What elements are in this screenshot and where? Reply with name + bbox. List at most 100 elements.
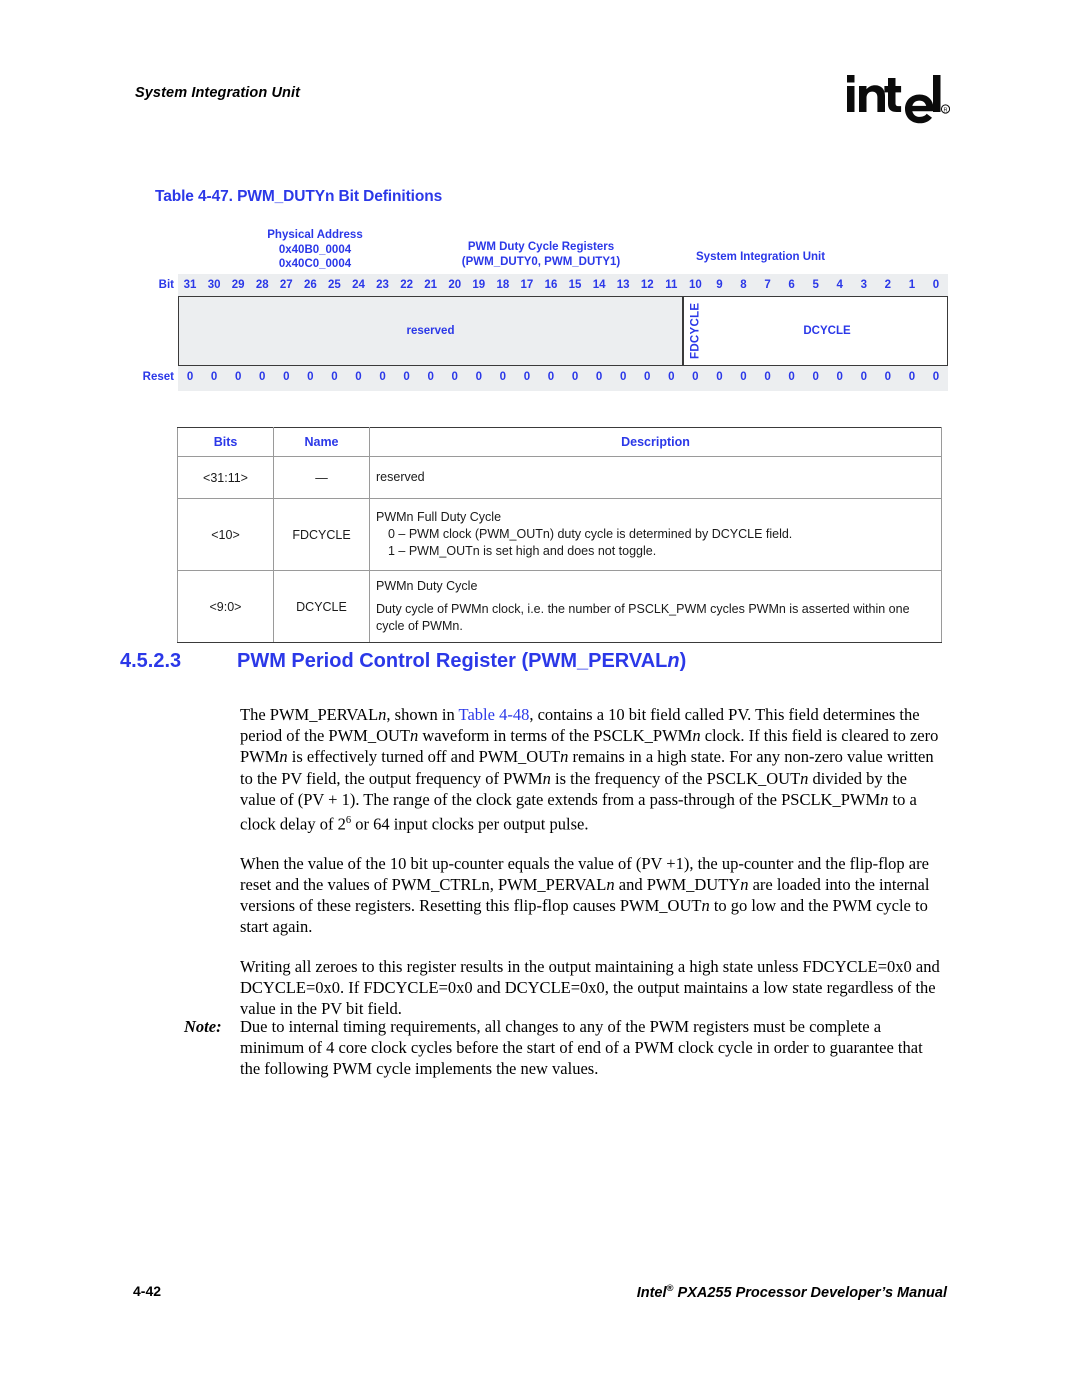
register-name-label: PWM Duty Cycle Registers bbox=[467, 241, 615, 253]
p1-italic-n-6: n bbox=[542, 768, 551, 788]
section-title-italic-n: n bbox=[667, 650, 680, 672]
bit-number-19: 19 bbox=[472, 279, 486, 291]
reset-value-bit-6: 0 bbox=[788, 371, 795, 383]
paragraph-2: When the value of the 10 bit up-counter … bbox=[240, 853, 942, 938]
reset-value-bit-14: 0 bbox=[595, 371, 603, 383]
section-number: 4.5.2.3 bbox=[120, 650, 182, 672]
register-diagram: Physical Address 0x40B0_0004 0x40C0_0004… bbox=[136, 228, 948, 391]
reset-value-bit-12: 0 bbox=[644, 371, 651, 383]
footer-brand: Intel bbox=[636, 1284, 667, 1301]
paragraph-3: Writing all zeroes to this register resu… bbox=[240, 956, 940, 1018]
bit-number-row: Bit 31 30 29 28 27 26 25 24 23 22 21 20 19 18 17 16 15 14… bbox=[159, 274, 948, 296]
cell-description: reserved bbox=[369, 456, 942, 499]
p1-seg-k: or 64 input clocks per output pulse. bbox=[351, 814, 589, 834]
bit-number-2: 2 bbox=[884, 279, 892, 291]
bit-number-24: 24 bbox=[352, 279, 365, 291]
bit-number-14: 14 bbox=[592, 279, 606, 291]
table-caption: Table 4-47. PWM_DUTYn Bit Definitions bbox=[155, 188, 443, 205]
reset-value-bit-25: 0 bbox=[331, 371, 338, 383]
reset-value-bit-29: 0 bbox=[234, 371, 242, 383]
cell-bits: <31:11> bbox=[177, 456, 274, 499]
reset-value-bit-20: 0 bbox=[451, 371, 458, 383]
register-field-fdcycle: FDCYCLE bbox=[683, 297, 707, 365]
bit-number-26: 26 bbox=[303, 279, 317, 291]
bit-number-3: 3 bbox=[860, 279, 867, 291]
bit-number-9: 9 bbox=[716, 279, 723, 291]
bit-number-28: 28 bbox=[255, 279, 269, 291]
footer-registered-mark: ® bbox=[666, 1283, 674, 1294]
bit-number-0: 0 bbox=[932, 279, 940, 291]
register-unit-label: System Integration Unit bbox=[696, 251, 826, 263]
reset-value-bit-1: 0 bbox=[908, 371, 916, 383]
description-title: PWMn Full Duty Cycle bbox=[376, 509, 502, 524]
reset-value-bit-3: 0 bbox=[860, 371, 867, 383]
reset-value-bit-0: 0 bbox=[932, 371, 940, 383]
bit-number-30: 30 bbox=[207, 279, 221, 291]
bit-number-31: 31 bbox=[183, 279, 197, 291]
p1-seg-a: The PWM_PERVAL bbox=[240, 705, 379, 724]
p1-italic-n-3: n bbox=[692, 726, 701, 746]
bit-row-label: Bit bbox=[158, 279, 174, 291]
p1-italic-n-4: n bbox=[279, 747, 288, 767]
bit-number-8: 8 bbox=[740, 279, 747, 291]
cell-name: — bbox=[273, 456, 370, 499]
cell-bits: <10> bbox=[177, 498, 274, 571]
bit-number-27: 27 bbox=[279, 279, 293, 291]
reset-value-bit-10: 0 bbox=[692, 371, 699, 383]
physical-address-label: Physical Address bbox=[267, 229, 363, 241]
bit-number-25: 25 bbox=[328, 279, 341, 291]
register-name-group: PWM Duty Cycle Registers (PWM_DUTY0, PWM… bbox=[436, 240, 646, 269]
bit-number-6: 6 bbox=[788, 279, 795, 291]
reset-value-bit-27: 0 bbox=[283, 371, 290, 383]
section-title-main: PWM Period Control Register (PWM_PERVAL bbox=[237, 650, 668, 672]
bit-number-29: 29 bbox=[231, 279, 245, 291]
reset-value-bit-23: 0 bbox=[379, 371, 386, 383]
footer-title-text: PXA255 Processor Developer’s Manual bbox=[673, 1284, 947, 1301]
reset-value-bit-31: 0 bbox=[186, 371, 194, 383]
reset-value-bit-28: 0 bbox=[259, 371, 266, 383]
register-name-detail: (PWM_DUTY0, PWM_DUTY1) bbox=[461, 255, 621, 268]
reset-value-bit-18: 0 bbox=[499, 371, 507, 383]
register-field-dcycle: DCYCLE bbox=[707, 297, 947, 365]
footer-page-number: 4-42 bbox=[133, 1283, 162, 1299]
reset-value-bit-5: 0 bbox=[812, 371, 819, 383]
reset-value-bit-17: 0 bbox=[523, 371, 531, 383]
strip-bottom-spacer bbox=[178, 388, 948, 391]
p2-seg-b: and PWM_DUTY bbox=[614, 874, 741, 894]
bit-number-4: 4 bbox=[836, 279, 843, 291]
table-row: <31:11> — reserved bbox=[177, 456, 942, 499]
description-line-2: 1 – PWM_OUTn is set high and does not to… bbox=[388, 543, 657, 558]
bit-number-1: 1 bbox=[908, 279, 916, 291]
cell-name: FDCYCLE bbox=[273, 498, 370, 571]
body-text-column: The PWM_PERVALn, shown in Table 4-48, co… bbox=[240, 704, 942, 1037]
reset-value-bit-19: 0 bbox=[475, 371, 482, 383]
table-row: <9:0> DCYCLE PWMn Duty Cycle Duty cycle of … bbox=[177, 570, 942, 643]
physical-address-1: 0x40B0_0004 bbox=[278, 243, 352, 256]
note-label: Note: bbox=[184, 1017, 222, 1036]
description-title: PWMn Duty Cycle bbox=[376, 578, 478, 593]
p1-seg-b: , shown in bbox=[386, 705, 459, 724]
bit-number-20: 20 bbox=[448, 279, 462, 291]
reset-value-bit-7: 0 bbox=[764, 371, 771, 383]
table-4-48-link[interactable]: Table 4-48 bbox=[459, 705, 530, 724]
bit-number-10: 10 bbox=[688, 279, 702, 291]
reset-value-bit-9: 0 bbox=[716, 371, 723, 383]
paragraph-1: The PWM_PERVALn, shown in Table 4-48, co… bbox=[240, 704, 942, 835]
bit-number-5: 5 bbox=[812, 279, 819, 291]
reset-value-bit-30: 0 bbox=[210, 371, 218, 383]
reset-value-bit-2: 0 bbox=[884, 371, 892, 383]
bit-number-12: 12 bbox=[640, 279, 654, 291]
section-title: PWM Period Control Register (PWM_PERVALn… bbox=[237, 650, 686, 673]
running-header: System Integration Unit bbox=[135, 85, 301, 101]
reset-value-bit-26: 0 bbox=[307, 371, 314, 383]
p2-italic-n-1: n bbox=[606, 874, 615, 894]
reset-value-bit-8: 0 bbox=[740, 371, 747, 383]
svg-text:R: R bbox=[943, 108, 947, 114]
header-description: Description bbox=[369, 427, 942, 457]
intel-logo: R bbox=[845, 72, 950, 124]
section-title-end: ) bbox=[679, 650, 687, 672]
reset-value-bit-22: 0 bbox=[403, 371, 410, 383]
cell-name: DCYCLE bbox=[273, 570, 370, 643]
p1-seg-d: waveform in terms of the PSCLK_PWM bbox=[418, 726, 693, 746]
bit-number-21: 21 bbox=[424, 279, 438, 291]
